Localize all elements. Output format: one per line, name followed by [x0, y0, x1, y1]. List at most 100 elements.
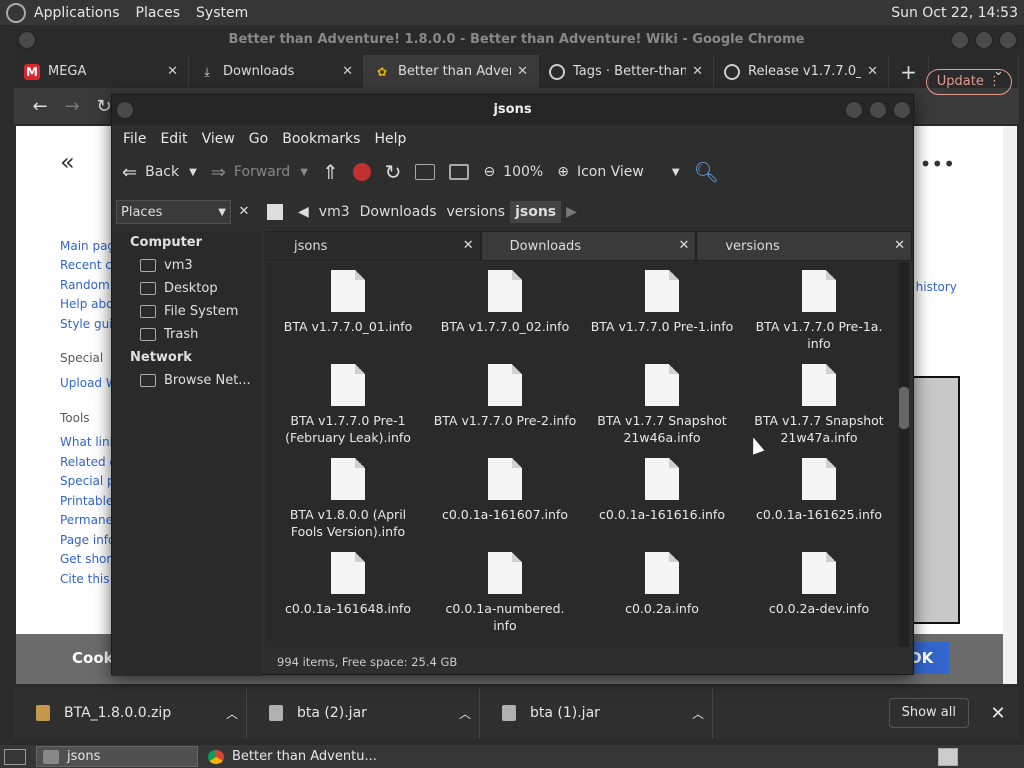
more-options-icon[interactable]: ••• [920, 152, 955, 176]
show-desktop-icon[interactable] [4, 748, 26, 765]
menu-places[interactable]: Places [128, 5, 189, 21]
link-special-pages[interactable]: Special p [60, 474, 115, 488]
fm-tab-jsons[interactable]: jsons ✕ [265, 231, 481, 261]
window-menu-icon[interactable] [116, 101, 134, 119]
breadcrumb-vm3[interactable]: vm3 [314, 204, 355, 220]
tab-github-tags[interactable]: Tags · Better-than- ✕ [539, 55, 714, 88]
collapse-sidebar-icon[interactable]: « [60, 148, 75, 176]
file-item[interactable]: BTA v1.7.7.0 Pre-2.info [430, 364, 580, 429]
breadcrumb-downloads[interactable]: Downloads [355, 204, 442, 220]
menu-view[interactable]: View [195, 131, 242, 147]
file-item[interactable]: c0.0.1a-161648.info [273, 552, 423, 617]
taskbar-item-jsons[interactable]: jsons [36, 746, 198, 767]
view-mode-select[interactable]: Icon View ▼ [577, 164, 680, 180]
chevron-up-icon[interactable]: ︿ [451, 705, 479, 722]
dropdown-arrow-icon[interactable]: ▼ [189, 167, 197, 178]
sidebar-item-browse-network[interactable]: Browse Net... [112, 369, 262, 392]
link-random[interactable]: Random [60, 278, 110, 292]
forward-arrow-icon[interactable]: → [56, 96, 88, 117]
download-item[interactable]: BTA_1.8.0.0.zip ︿ [14, 687, 247, 739]
fm-tab-versions[interactable]: versions ✕ [696, 231, 913, 261]
minimize-icon[interactable] [845, 101, 863, 119]
clock[interactable]: Sun Oct 22, 14:53 [891, 5, 1024, 21]
taskbar-item-chrome[interactable]: Better than Adventu... [202, 746, 383, 767]
reload-icon[interactable]: ↻ [385, 160, 402, 184]
download-item[interactable]: bta (2).jar ︿ [247, 687, 480, 739]
chevron-up-icon[interactable]: ︿ [684, 705, 712, 722]
close-icon[interactable] [893, 101, 911, 119]
dropdown-arrow-icon[interactable]: ▼ [300, 167, 308, 178]
file-item[interactable]: c0.0.1a-161607.info [430, 458, 580, 523]
file-item[interactable]: c0.0.2a.info [587, 552, 737, 617]
tab-close-icon[interactable]: ✕ [692, 64, 703, 79]
link-upload[interactable]: Upload W [60, 376, 118, 390]
tab-close-icon[interactable]: ✕ [167, 64, 178, 79]
search-icon[interactable]: 🔍︎ [694, 160, 719, 184]
fm-titlebar[interactable]: jsons [112, 95, 913, 125]
edit-location-icon[interactable] [267, 204, 283, 220]
close-sidebar-icon[interactable]: ✕ [233, 200, 255, 224]
zoom-in-icon[interactable]: ⊕ [557, 164, 569, 180]
sidebar-item-filesystem[interactable]: File System [112, 300, 262, 323]
tab-mega[interactable]: M MEGA ✕ [14, 55, 189, 88]
menu-go[interactable]: Go [242, 131, 275, 147]
show-all-downloads-button[interactable]: Show all [888, 698, 969, 728]
tab-close-icon[interactable]: ✕ [894, 238, 905, 253]
link-page-info[interactable]: Page info [60, 533, 115, 547]
workspace-switcher[interactable] [938, 747, 958, 766]
link-related-changes[interactable]: Related c [60, 455, 116, 469]
menu-bookmarks[interactable]: Bookmarks [275, 131, 367, 147]
close-download-bar-icon[interactable]: ✕ [983, 703, 1013, 724]
breadcrumb-jsons[interactable]: jsons [510, 201, 562, 223]
file-item[interactable]: BTA v1.7.7.0 Pre-1a. info [744, 270, 894, 352]
computer-icon[interactable] [449, 164, 470, 180]
breadcrumb-right-arrow-icon[interactable]: ▶ [561, 204, 582, 220]
tab-github-release[interactable]: Release v1.7.7.0_0 ✕ [714, 55, 889, 88]
file-item[interactable]: BTA v1.7.7 Snapshot 21w46a.info [587, 364, 737, 446]
file-item[interactable]: c0.0.1a-numbered. info [430, 552, 580, 634]
gnome-logo-icon[interactable] [6, 2, 26, 23]
tab-close-icon[interactable]: ✕ [463, 238, 474, 253]
close-icon[interactable] [999, 31, 1017, 49]
link-permanent[interactable]: Permane [60, 513, 113, 527]
menu-applications[interactable]: Applications [26, 5, 128, 21]
places-select[interactable]: Places ▼ [116, 200, 231, 224]
sidebar-item-vm3[interactable]: vm3 [112, 254, 262, 277]
file-item[interactable]: c0.0.2a-dev.info [744, 552, 894, 617]
file-item[interactable]: BTA v1.7.7.0 Pre-1 (February Leak).info [273, 364, 423, 446]
file-item[interactable]: BTA v1.7.7 Snapshot 21w47a.info [744, 364, 894, 446]
file-item[interactable]: BTA v1.7.7.0 Pre-1.info [587, 270, 737, 335]
maximize-icon[interactable] [869, 101, 887, 119]
forward-button[interactable]: ⇒ Forward ▼ [211, 162, 308, 183]
tab-close-icon[interactable]: ✕ [342, 64, 353, 79]
download-item[interactable]: bta (1).jar ︿ [480, 687, 713, 739]
chevron-up-icon[interactable]: ︿ [218, 705, 246, 722]
tab-downloads[interactable]: ⤓ Downloads ✕ [189, 55, 364, 88]
new-tab-button[interactable]: + [889, 55, 929, 88]
chrome-titlebar[interactable]: Better than Adventure! 1.8.0.0 - Better … [14, 25, 1019, 55]
maximize-icon[interactable] [975, 31, 993, 49]
tab-close-icon[interactable]: ✕ [678, 238, 689, 253]
menu-edit[interactable]: Edit [153, 131, 194, 147]
sidebar-item-desktop[interactable]: Desktop [112, 277, 262, 300]
scrollbar-thumb[interactable] [899, 387, 909, 429]
breadcrumb-left-arrow-icon[interactable]: ◀ [293, 204, 314, 220]
update-button[interactable]: Update ⋮ [925, 69, 1012, 95]
file-item[interactable]: c0.0.1a-161625.info [744, 458, 894, 523]
back-arrow-icon[interactable]: ← [24, 96, 56, 117]
zoom-out-icon[interactable]: ⊖ [483, 164, 495, 180]
menu-file[interactable]: File [116, 131, 153, 147]
minimize-icon[interactable] [951, 31, 969, 49]
home-folder-icon[interactable] [415, 164, 436, 180]
sidebar-item-trash[interactable]: Trash [112, 323, 262, 346]
page-scrollbar[interactable] [1003, 126, 1017, 684]
link-printable[interactable]: Printable [60, 494, 113, 508]
fm-scrollbar[interactable] [899, 262, 909, 647]
stop-icon[interactable] [352, 163, 371, 181]
tab-close-icon[interactable]: ✕ [517, 64, 528, 79]
fm-tab-downloads[interactable]: Downloads ✕ [480, 231, 697, 261]
window-menu-icon[interactable] [18, 31, 36, 49]
breadcrumb-versions[interactable]: versions [442, 204, 511, 220]
file-item[interactable]: BTA v1.7.7.0_02.info [430, 270, 580, 335]
link-what-links[interactable]: What link [60, 435, 117, 449]
